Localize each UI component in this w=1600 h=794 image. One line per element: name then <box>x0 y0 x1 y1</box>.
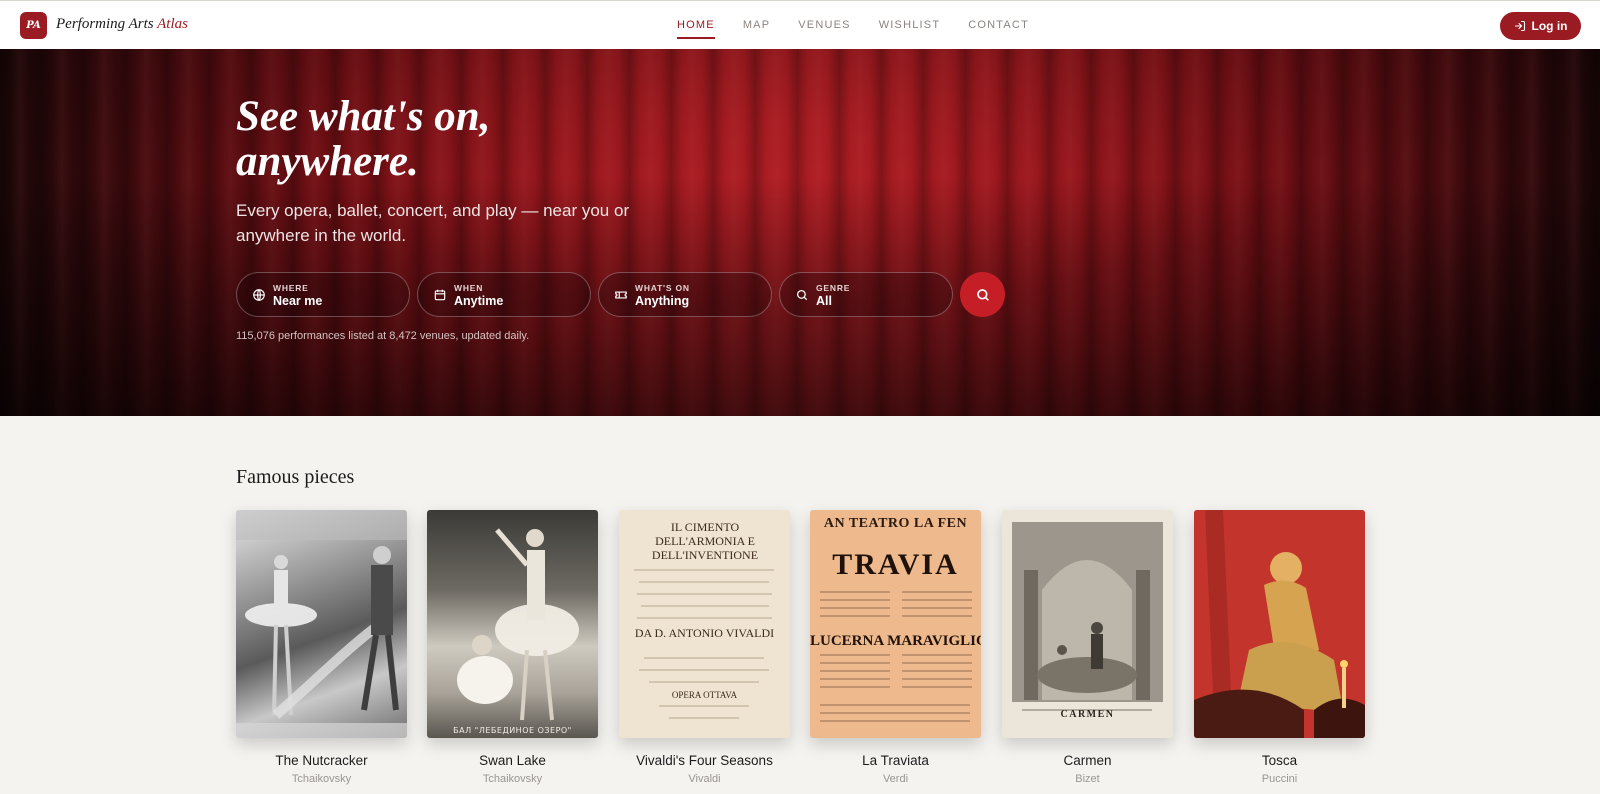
piece-card[interactable]: CARMEN Carmen Bizet <box>1002 510 1173 785</box>
four-seasons-poster[interactable]: IL CIMENTO DELL'ARMONIA E DELL'INVENTION… <box>619 510 790 738</box>
whats-on-field[interactable]: WHAT'S ON Anything <box>598 272 772 317</box>
carmen-poster[interactable]: CARMEN <box>1002 510 1173 738</box>
brand-accent: Atlas <box>157 16 188 32</box>
genre-label: GENRE <box>816 283 851 293</box>
globe-icon <box>253 289 265 301</box>
piece-title[interactable]: Tosca <box>1174 753 1385 768</box>
piece-title[interactable]: La Traviata <box>790 753 1001 768</box>
nav-home[interactable]: HOME <box>677 19 715 39</box>
hero-banner: See what's on, anywhere. Every opera, ba… <box>0 49 1600 416</box>
piece-card[interactable]: IL CIMENTO DELL'ARMONIA E DELL'INVENTION… <box>619 510 790 785</box>
piece-card[interactable]: Tosca Puccini <box>1194 510 1365 785</box>
piece-composer: Vivaldi <box>688 773 721 785</box>
nav-wishlist[interactable]: WISHLIST <box>879 19 941 31</box>
top-navbar: PA Performing Arts Atlas HOME MAP VENUES… <box>0 0 1600 49</box>
piece-title[interactable]: Swan Lake <box>407 753 618 768</box>
calendar-icon <box>434 289 446 301</box>
brand-name[interactable]: Performing Arts Atlas <box>56 16 188 33</box>
swan-lake-caption: БАЛ "ЛЕБЕДИНОЕ ОЗЕРО" <box>453 726 572 735</box>
famous-pieces-title: Famous pieces <box>236 466 355 488</box>
piece-composer: Tchaikovsky <box>482 773 543 785</box>
piece-composer: Verdi <box>882 773 909 785</box>
carmen-caption: CARMEN <box>1060 709 1115 720</box>
piece-card[interactable]: The Nutcracker Tchaikovsky <box>236 510 407 785</box>
search-icon <box>976 288 989 301</box>
nav-contact[interactable]: CONTACT <box>968 19 1029 31</box>
where-field[interactable]: WHERE Near me <box>236 272 410 317</box>
nav-map[interactable]: MAP <box>743 19 770 31</box>
nutcracker-poster[interactable] <box>236 510 407 738</box>
genre-value: All <box>816 294 832 308</box>
where-value: Near me <box>273 294 323 308</box>
hero-title-line1: See what's on, <box>236 93 491 140</box>
piece-title[interactable]: Carmen <box>982 753 1193 768</box>
piece-title[interactable]: Vivaldi's Four Seasons <box>599 753 810 768</box>
main-nav: HOME MAP VENUES WISHLIST CONTACT <box>677 19 1029 39</box>
brand-main: Performing Arts <box>56 16 154 32</box>
logo-badge[interactable]: PA <box>20 12 47 39</box>
piece-composer: Bizet <box>1075 773 1100 785</box>
search-icon <box>796 289 808 301</box>
piece-card[interactable]: БАЛ "ЛЕБЕДИНОЕ ОЗЕРО" Swan Lake Tchaikov… <box>427 510 598 785</box>
piece-composer: Puccini <box>1261 773 1298 785</box>
when-label: WHEN <box>454 283 484 293</box>
nav-venues[interactable]: VENUES <box>798 19 850 31</box>
genre-field[interactable]: GENRE All <box>779 272 953 317</box>
whats-on-label: WHAT'S ON <box>635 283 690 293</box>
traviata-caption-3: LUCERNA MARAVIGLIO <box>810 633 981 649</box>
vivaldi-caption-3: OPERA OTTAVA <box>671 690 738 700</box>
hero-stats: 115,076 performances listed at 8,472 ven… <box>236 330 530 342</box>
when-value: Anytime <box>454 294 504 308</box>
piece-card[interactable]: AN TEATRO LA FEN TRAVIA LUCERNA MARAVIGL… <box>810 510 981 785</box>
swan-lake-poster[interactable]: БАЛ "ЛЕБЕДИНОЕ ОЗЕРО" <box>427 510 598 738</box>
login-button[interactable]: Log in <box>1500 12 1581 40</box>
where-label: WHERE <box>273 283 309 293</box>
whats-on-value: Anything <box>635 294 690 308</box>
piece-composer: Tchaikovsky <box>291 773 352 785</box>
ticket-icon <box>615 291 627 299</box>
when-field[interactable]: WHEN Anytime <box>417 272 591 317</box>
vivaldi-caption-2: DA D. ANTONIO VIVALDI <box>634 626 775 640</box>
tosca-poster[interactable] <box>1194 510 1365 738</box>
la-traviata-poster[interactable]: AN TEATRO LA FEN TRAVIA LUCERNA MARAVIGL… <box>810 510 981 738</box>
login-label: Log in <box>1531 19 1568 33</box>
hero-subtitle: Every opera, ballet, concert, and play —… <box>236 201 630 245</box>
hero-title-line2: anywhere. <box>236 138 419 185</box>
search-button[interactable] <box>960 272 1005 317</box>
login-icon <box>1514 20 1525 32</box>
hero-title: See what's on, anywhere. <box>236 94 656 184</box>
piece-title[interactable]: The Nutcracker <box>216 753 427 768</box>
